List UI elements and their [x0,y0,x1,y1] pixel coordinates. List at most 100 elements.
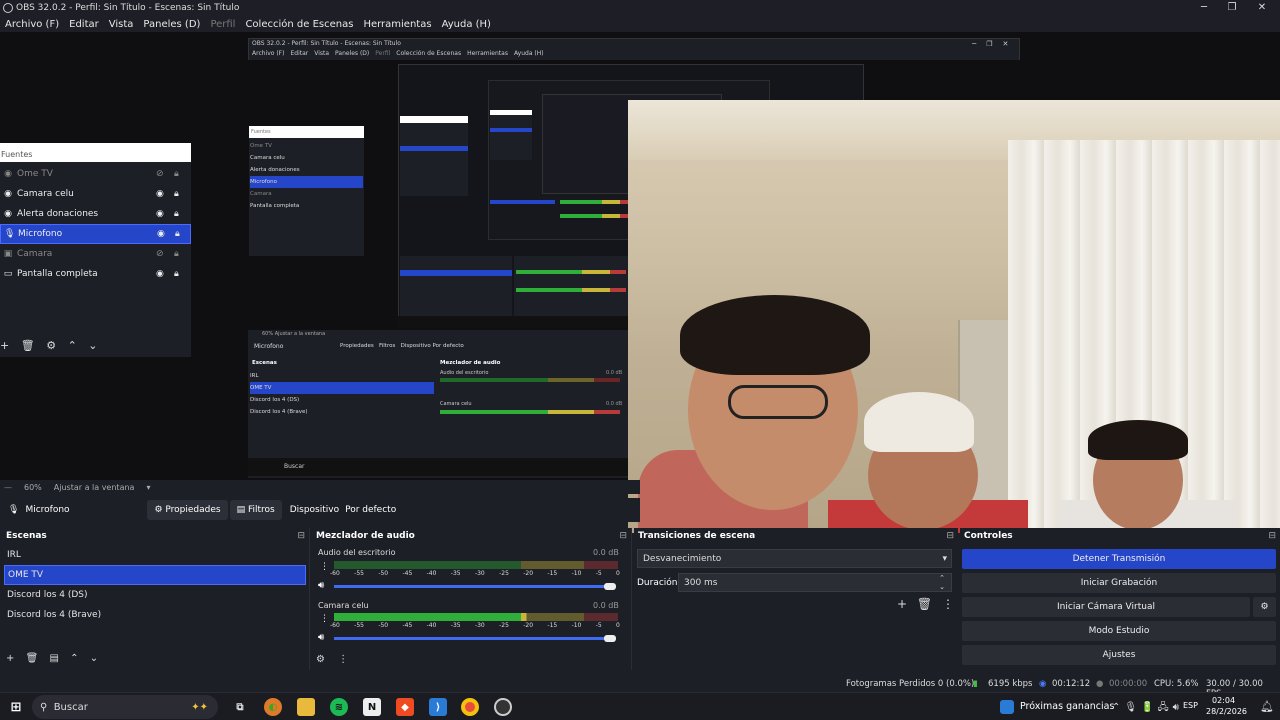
stop-stream-button[interactable]: Detener Transmisión [962,549,1276,569]
lock-icon[interactable]: 🔒︎ [175,229,180,239]
source-item-camara-celu[interactable]: ◉ Camara celu ◉ 🔒︎ [0,184,191,204]
eye-slash-icon[interactable]: ⊘ [156,249,164,259]
nested-meter-2 [440,410,620,415]
device-value[interactable]: Por defecto [345,505,396,515]
person1-glasses [728,385,828,419]
scene-item-discord-ds[interactable]: Discord los 4 (DS) [4,585,306,605]
start-recording-button[interactable]: Iniciar Grabación [962,573,1276,593]
virtual-camera-settings-button[interactable]: ⚙ [1253,597,1276,617]
filter-icon[interactable]: ▤ [49,653,58,664]
source-item-ome-tv[interactable]: ◉ Ome TV ⊘ 🔒︎ [0,164,191,184]
add-icon[interactable]: + [0,339,9,352]
volume-knob[interactable] [604,583,616,590]
chevron-up-icon[interactable]: ⌃ [70,653,78,664]
nested-mixer-db1: 0.0 dB [606,370,623,376]
kebab-icon[interactable]: ⋮ [320,614,329,624]
speaker-icon[interactable]: 🔊︎ [318,632,324,643]
folder-icon[interactable] [297,698,315,716]
dock-menu-icon[interactable]: ⊟ [1268,531,1276,541]
volume-knob[interactable] [604,635,616,642]
source-item-pantalla-completa[interactable]: ▭ Pantalla completa ◉ 🔒︎ [0,264,191,284]
notion-icon[interactable]: N [363,698,381,716]
add-icon[interactable]: + [6,653,14,664]
taskbar-search[interactable]: ⚲ Buscar ✦✦ [32,695,218,719]
trash-icon[interactable]: 🗑︎ [917,597,932,611]
language[interactable]: ESP [1183,701,1198,710]
menu-perfil[interactable]: Perfil [210,19,235,30]
brave-icon[interactable]: ◆ [396,698,414,716]
clock-time[interactable]: 02:04 [1212,696,1235,705]
settings-button[interactable]: Ajustes [962,645,1276,665]
gear-icon[interactable]: ⚙ [46,339,56,352]
lock-icon[interactable]: 🔒︎ [174,209,179,219]
lock-icon[interactable]: 🔒︎ [174,269,179,279]
spotify-icon[interactable]: ≋ [330,698,348,716]
eye-icon[interactable]: ◉ [156,189,164,199]
nested-prop-btn: Propiedades [340,343,374,349]
nested-scene-item: Discord los 4 (DS) [250,397,300,403]
dock-menu-icon[interactable]: ⊟ [619,531,627,541]
widget-text[interactable]: Próximas ganancias [1020,701,1114,712]
lock-icon[interactable]: 🔒︎ [174,249,179,259]
menu-editar[interactable]: Editar [69,19,99,30]
transition-select[interactable]: Desvanecimiento ▾ [637,549,952,568]
trash-icon[interactable]: 🗑︎ [21,339,35,352]
speaker-icon[interactable]: 🔊︎ [318,580,324,591]
notification-icon[interactable]: 🔔︎ [1260,700,1274,713]
dock-menu-icon[interactable]: ⊟ [297,531,305,541]
source-item-camara[interactable]: ▣ Camara ⊘ 🔒︎ [0,244,191,264]
trash-icon[interactable]: 🗑︎ [26,653,39,664]
eye-icon[interactable]: ◉ [156,269,164,279]
clock-date[interactable]: 28/2/2026 [1206,707,1247,716]
maximize-button[interactable]: ❐ [1216,0,1248,16]
obs-icon[interactable] [494,698,512,716]
menu-herramientas[interactable]: Herramientas [363,19,431,30]
scene-item-irl[interactable]: IRL [4,545,306,565]
eye-slash-icon[interactable]: ⊘ [156,169,164,179]
menu-vista[interactable]: Vista [109,19,134,30]
tick-label: -45 [402,622,413,629]
properties-button[interactable]: ⚙ Propiedades [147,500,228,520]
dropdown-icon[interactable]: ▾ [146,483,150,492]
chevron-up-icon[interactable]: ⌃ [68,339,77,352]
source-item-alerta-donaciones[interactable]: ◉ Alerta donaciones ◉ 🔒︎ [0,204,191,224]
widgets-icon[interactable] [1000,700,1014,714]
eye-icon[interactable]: ◉ [156,209,164,219]
spinner-icon[interactable]: ⌃ ⌄ [939,574,945,592]
add-icon[interactable]: + [897,597,907,611]
lock-icon[interactable]: 🔒︎ [174,169,179,179]
kebab-icon[interactable]: ⋮ [338,654,348,665]
dock-menu-icon[interactable]: ⊟ [946,531,954,541]
menu-coleccion[interactable]: Colección de Escenas [245,19,353,30]
kebab-icon[interactable]: ⋮ [320,562,329,572]
volume-slider[interactable] [334,637,614,640]
lock-icon[interactable]: 🔒︎ [174,189,179,199]
volume-slider[interactable] [334,585,614,588]
mixer-channel-db: 0.0 dB [593,548,619,557]
menu-paneles[interactable]: Paneles (D) [143,19,200,30]
eye-icon[interactable]: ◉ [157,229,165,239]
fit-label[interactable]: Ajustar a la ventana [54,483,135,492]
start-virtual-camera-button[interactable]: Iniciar Cámara Virtual [962,597,1250,617]
gear-icon[interactable]: ⚙ [316,654,325,665]
tray-icons[interactable]: ⌃🎙︎🔋🖧🔊︎ [1112,700,1183,717]
studio-mode-button[interactable]: Modo Estudio [962,621,1276,641]
app-icon[interactable]: ◐ [264,698,282,716]
scene-item-ome-tv[interactable]: OME TV [4,565,306,585]
windows-start-icon[interactable]: ⊞ [7,698,25,716]
chevron-down-icon[interactable]: ⌄ [88,339,97,352]
source-item-microfono[interactable]: 🎙︎ Microfono ◉ 🔒︎ [0,224,191,244]
filters-button[interactable]: ▤ Filtros [229,500,282,520]
close-button[interactable]: ✕ [1246,0,1278,16]
chrome-icon[interactable] [461,698,479,716]
duration-input[interactable]: 300 ms ⌃ ⌄ [678,573,952,592]
kebab-icon[interactable]: ⋮ [942,597,954,611]
task-view-icon[interactable]: ⧉ [231,698,249,716]
zoom-value[interactable]: 60% [24,483,42,492]
vscode-icon[interactable]: ⟩ [429,698,447,716]
scene-item-discord-brave[interactable]: Discord los 4 (Brave) [4,605,306,625]
menu-ayuda[interactable]: Ayuda (H) [442,19,491,30]
menu-archivo[interactable]: Archivo (F) [5,19,59,30]
chevron-down-icon[interactable]: ⌄ [90,653,98,664]
nested-scene-item: OME TV [250,382,434,394]
